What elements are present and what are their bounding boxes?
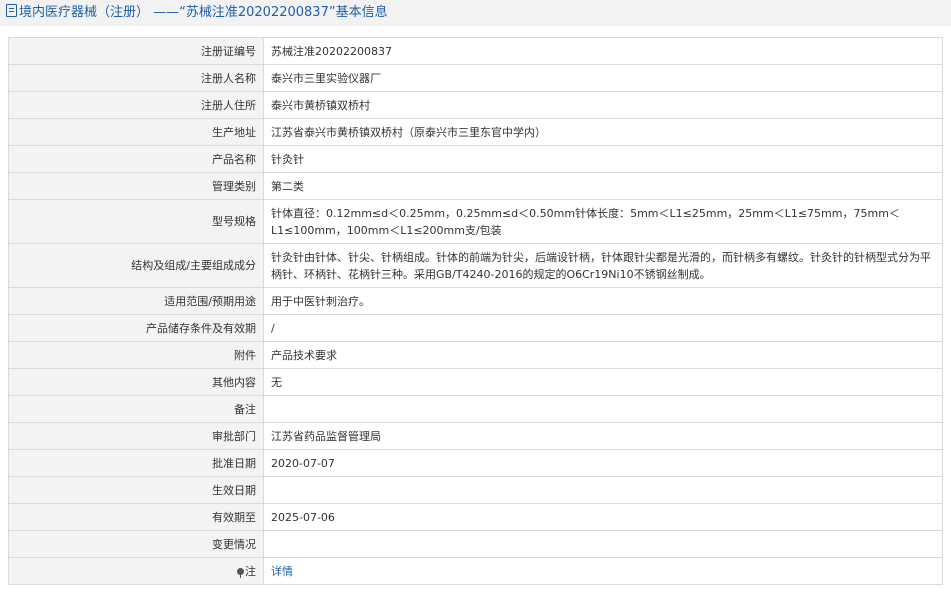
table-row: 生产地址 江苏省泰兴市黄桥镇双桥村（原泰兴市三里东官中学内） xyxy=(8,118,943,146)
table-row: 适用范围/预期用途 用于中医针刺治疗。 xyxy=(8,287,943,315)
pin-icon xyxy=(237,568,244,578)
row-value: 产品技术要求 xyxy=(263,341,943,369)
table-row: 附件 产品技术要求 xyxy=(8,341,943,369)
row-value: 2025-07-06 xyxy=(263,503,943,531)
row-label: 产品储存条件及有效期 xyxy=(8,314,264,342)
row-label: 批准日期 xyxy=(8,449,264,477)
row-value: 泰兴市三里实验仪器厂 xyxy=(263,64,943,92)
row-label: 其他内容 xyxy=(8,368,264,396)
row-value: 无 xyxy=(263,368,943,396)
row-label: 结构及组成/主要组成成分 xyxy=(8,243,264,288)
row-label: 变更情况 xyxy=(8,530,264,558)
row-value: 针体直径：0.12mm≤d＜0.25mm，0.25mm≤d＜0.50mm针体长度… xyxy=(263,199,943,244)
row-value: 苏械注准20202200837 xyxy=(263,37,943,65)
row-value: 针灸针由针体、针尖、针柄组成。针体的前端为针尖，后端设针柄，针体跟针尖都是光滑的… xyxy=(263,243,943,288)
table-row: 注册证编号 苏械注准20202200837 xyxy=(8,37,943,65)
detail-link[interactable]: 详情 xyxy=(271,565,293,578)
note-value-cell: 详情 xyxy=(263,557,943,585)
row-value: 第二类 xyxy=(263,172,943,200)
table-row: 变更情况 xyxy=(8,530,943,558)
row-label: 注册人名称 xyxy=(8,64,264,92)
document-icon xyxy=(6,4,17,17)
table-row: 注册人名称 泰兴市三里实验仪器厂 xyxy=(8,64,943,92)
table-row: 型号规格 针体直径：0.12mm≤d＜0.25mm，0.25mm≤d＜0.50m… xyxy=(8,199,943,244)
row-label: 审批部门 xyxy=(8,422,264,450)
row-value xyxy=(263,395,943,423)
row-label: 附件 xyxy=(8,341,264,369)
row-label: 注册人住所 xyxy=(8,91,264,119)
note-row: 注 详情 xyxy=(8,557,943,585)
info-table: 注册证编号 苏械注准20202200837 注册人名称 泰兴市三里实验仪器厂 注… xyxy=(8,37,943,585)
table-row: 结构及组成/主要组成成分 针灸针由针体、针尖、针柄组成。针体的前端为针尖，后端设… xyxy=(8,243,943,288)
table-row: 其他内容 无 xyxy=(8,368,943,396)
row-label: 备注 xyxy=(8,395,264,423)
table-row: 管理类别 第二类 xyxy=(8,172,943,200)
table-row: 批准日期 2020-07-07 xyxy=(8,449,943,477)
row-value: 江苏省泰兴市黄桥镇双桥村（原泰兴市三里东官中学内） xyxy=(263,118,943,146)
row-value: 2020-07-07 xyxy=(263,449,943,477)
row-label: 注册证编号 xyxy=(8,37,264,65)
row-value: 泰兴市黄桥镇双桥村 xyxy=(263,91,943,119)
row-label: 生效日期 xyxy=(8,476,264,504)
row-label: 管理类别 xyxy=(8,172,264,200)
row-label: 生产地址 xyxy=(8,118,264,146)
table-row: 产品名称 针灸针 xyxy=(8,145,943,173)
page-title-bar: 境内医疗器械（注册） ——“苏械注准20202200837”基本信息 xyxy=(0,0,951,26)
table-row: 审批部门 江苏省药品监督管理局 xyxy=(8,422,943,450)
row-value xyxy=(263,476,943,504)
row-value: 用于中医针刺治疗。 xyxy=(263,287,943,315)
row-value: 针灸针 xyxy=(263,145,943,173)
row-value: 江苏省药品监督管理局 xyxy=(263,422,943,450)
row-label: 产品名称 xyxy=(8,145,264,173)
row-label: 有效期至 xyxy=(8,503,264,531)
table-row: 生效日期 xyxy=(8,476,943,504)
table-row: 产品储存条件及有效期 / xyxy=(8,314,943,342)
note-label-cell: 注 xyxy=(8,557,264,585)
table-row: 备注 xyxy=(8,395,943,423)
row-label: 型号规格 xyxy=(8,199,264,244)
row-value: / xyxy=(263,314,943,342)
page-title: 境内医疗器械（注册） ——“苏械注准20202200837”基本信息 xyxy=(19,5,388,20)
table-row: 注册人住所 泰兴市黄桥镇双桥村 xyxy=(8,91,943,119)
row-value xyxy=(263,530,943,558)
table-row: 有效期至 2025-07-06 xyxy=(8,503,943,531)
note-label: 注 xyxy=(245,565,256,578)
row-label: 适用范围/预期用途 xyxy=(8,287,264,315)
